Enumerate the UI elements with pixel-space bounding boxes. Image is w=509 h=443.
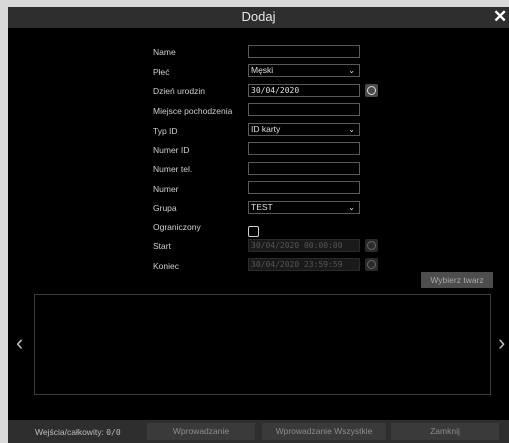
gender-select[interactable]: Męski ⌄	[248, 64, 360, 77]
pick-face-button[interactable]: Wybierz twarz	[421, 272, 493, 288]
group-select[interactable]: TEST ⌄	[248, 201, 360, 214]
import-all-button[interactable]: Wprowadzanie Wszystkie	[262, 423, 386, 440]
clock-icon[interactable]	[365, 258, 378, 271]
group-value: TEST	[251, 202, 273, 212]
gender-label: Płeć	[153, 67, 170, 77]
chevron-down-icon: ⌄	[348, 125, 355, 134]
number-label: Numer	[153, 184, 179, 194]
close-icon[interactable]: ✕	[493, 8, 509, 26]
import-button[interactable]: Wprowadzanie	[147, 423, 255, 440]
name-input[interactable]	[248, 45, 360, 58]
dialog-title: Dodaj	[241, 9, 276, 24]
start-label: Start	[153, 241, 171, 251]
id-number-input[interactable]	[248, 142, 360, 155]
phone-label: Numer tel.	[153, 164, 193, 174]
limited-checkbox[interactable]	[248, 226, 259, 237]
birthdate-input[interactable]: 30/04/2020	[248, 84, 360, 97]
import-count-label: Wejścia/całkowity:	[35, 427, 104, 437]
gender-value: Męski	[251, 65, 274, 75]
import-count-value: 0/0	[106, 428, 121, 437]
clock-icon[interactable]	[365, 84, 378, 97]
chevron-down-icon: ⌄	[348, 203, 355, 212]
id-number-label: Numer ID	[153, 145, 190, 155]
end-label: Koniec	[153, 261, 179, 271]
face-image-area	[34, 294, 491, 395]
group-label: Grupa	[153, 203, 177, 213]
clock-icon[interactable]	[365, 239, 378, 252]
add-person-dialog: Dodaj ✕ Name Płeć Męski ⌄ Dzień urodzin …	[8, 7, 509, 443]
limited-label: Ograniczony	[153, 222, 201, 232]
title-bar: Dodaj ✕	[8, 7, 509, 28]
phone-input[interactable]	[248, 162, 360, 175]
birthplace-input[interactable]	[248, 103, 360, 116]
start-input[interactable]: 30/04/2020 00:00:00	[248, 239, 360, 252]
id-type-label: Typ ID	[153, 126, 178, 136]
chevron-left-icon[interactable]: ‹	[16, 331, 23, 355]
id-type-select[interactable]: ID karty ⌄	[248, 123, 360, 136]
bottom-bar: Wejścia/całkowity: 0/0 Wprowadzanie Wpro…	[8, 420, 509, 443]
number-input[interactable]	[248, 181, 360, 194]
close-button[interactable]: Zamknij	[391, 423, 499, 440]
name-label: Name	[153, 47, 176, 57]
end-input[interactable]: 30/04/2020 23:59:59	[248, 258, 360, 271]
birthdate-label: Dzień urodzin	[153, 86, 205, 96]
import-count: Wejścia/całkowity: 0/0	[35, 427, 121, 437]
chevron-down-icon: ⌄	[348, 66, 355, 75]
chevron-right-icon[interactable]: ›	[498, 331, 505, 355]
birthplace-label: Miejsce pochodzenia	[153, 106, 233, 116]
id-type-value: ID karty	[251, 124, 281, 134]
